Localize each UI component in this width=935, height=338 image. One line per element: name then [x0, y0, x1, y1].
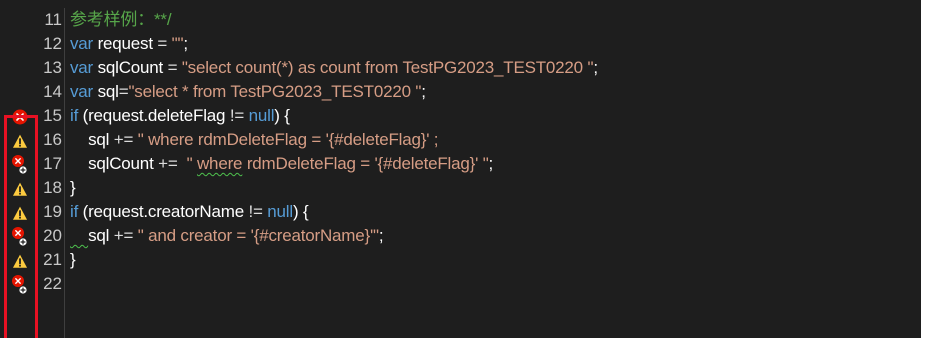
code-text[interactable]: 参考样例：**/: [70, 8, 172, 32]
string-literal: "": [171, 34, 184, 53]
identifier: sql: [88, 130, 110, 149]
string-literal: rdmDeleteFlag = '{#deleteFlag}' ": [242, 154, 489, 173]
code-text[interactable]: if (request.creatorName != null) {: [70, 200, 309, 224]
identifier: request: [97, 34, 154, 53]
line-number: 17: [43, 154, 62, 173]
punctuation: (: [78, 202, 89, 221]
line-number: 14: [43, 82, 62, 101]
code-text[interactable]: var sqlCount = "select count(*) as count…: [70, 56, 598, 80]
keyword: var: [70, 34, 94, 53]
punctuation: ;: [593, 58, 598, 77]
identifier: sql: [97, 82, 119, 101]
punctuation: (: [78, 106, 89, 125]
operator: !=: [243, 202, 268, 221]
line-number: 21: [43, 250, 62, 269]
line-number: 20: [43, 226, 62, 245]
keyword: var: [70, 58, 94, 77]
line-number: 12: [43, 34, 62, 53]
code-text[interactable]: }: [70, 248, 76, 272]
line-number: 13: [43, 58, 62, 77]
string-literal: "select * from TestPG2023_TEST0220 ": [128, 82, 422, 101]
code-line-14[interactable]: 14 var sql="select * from TestPG2023_TES…: [0, 80, 921, 104]
code-text[interactable]: }: [70, 176, 76, 200]
code-line-16[interactable]: 16 sql += " where rdmDeleteFlag = '{#del…: [0, 128, 921, 152]
string-literal: " where rdmDeleteFlag = '{#deleteFlag}' …: [137, 130, 439, 149]
code-line-17[interactable]: 17 sqlCount += " where rdmDeleteFlag = '…: [0, 152, 921, 176]
code-line-11[interactable]: 11 参考样例：**/: [0, 8, 921, 32]
punctuation: ) {: [274, 106, 290, 125]
line-number: 15: [43, 106, 62, 125]
identifier: sqlCount: [88, 154, 154, 173]
identifier: sqlCount: [97, 58, 164, 77]
operator: +=: [109, 130, 138, 149]
squiggle-word[interactable]: where: [197, 154, 243, 173]
operator: =: [118, 82, 129, 101]
indent-squiggle[interactable]: [70, 226, 88, 245]
code-line-21[interactable]: 21 }: [0, 248, 921, 272]
line-number: 19: [43, 202, 62, 221]
brace: }: [70, 178, 76, 197]
keyword: var: [70, 82, 94, 101]
code-line-15[interactable]: 15 if (request.deleteFlag != null) {: [0, 104, 921, 128]
code-line-18[interactable]: 18 }: [0, 176, 921, 200]
operator: =: [163, 58, 182, 77]
line-number: 22: [43, 274, 62, 293]
code-line-13[interactable]: 13 var sqlCount = "select count(*) as co…: [0, 56, 921, 80]
gutter-highlight-box: [4, 115, 38, 338]
code-line-20[interactable]: 20 sql += " and creator = '{#creatorName…: [0, 224, 921, 248]
code-editor[interactable]: 11 参考样例：**/ 12 var request = ""; 13 var …: [0, 0, 921, 338]
operator: =: [152, 34, 172, 53]
code-text[interactable]: var sql="select * from TestPG2023_TEST02…: [70, 80, 426, 104]
brace: }: [70, 250, 76, 269]
punctuation: ;: [421, 82, 426, 101]
punctuation: ;: [183, 34, 188, 53]
comment: 参考样例：**/: [70, 10, 172, 29]
operator: !=: [225, 106, 249, 125]
keyword: if: [70, 106, 79, 125]
code-line-19[interactable]: 19 if (request.creatorName != null) {: [0, 200, 921, 224]
identifier: sql: [88, 226, 110, 245]
keyword: null: [248, 106, 275, 125]
code-text[interactable]: sqlCount += " where rdmDeleteFlag = '{#d…: [70, 152, 493, 176]
string-literal: "select count(*) as count from TestPG202…: [181, 58, 594, 77]
punctuation: ) {: [292, 202, 309, 221]
operator: +=: [153, 154, 187, 173]
code-text[interactable]: var request = "";: [70, 32, 188, 56]
code-text[interactable]: sql += " where rdmDeleteFlag = '{#delete…: [70, 128, 438, 152]
line-number: 18: [43, 178, 62, 197]
line-number: 11: [44, 10, 62, 29]
code-text[interactable]: sql += " and creator = '{#creatorName}'"…: [70, 224, 383, 248]
code-line-12[interactable]: 12 var request = "";: [0, 32, 921, 56]
identifier: request.deleteFlag: [88, 106, 226, 125]
punctuation: ;: [378, 226, 384, 245]
identifier: request.creatorName: [88, 202, 244, 221]
punctuation: ;: [488, 154, 494, 173]
string-literal: " and creator = '{#creatorName}'": [137, 226, 379, 245]
line-number: 16: [43, 130, 62, 149]
keyword: if: [70, 202, 79, 221]
string-literal: ": [186, 154, 197, 173]
code-line-22[interactable]: 22: [0, 272, 921, 296]
operator: +=: [109, 226, 138, 245]
code-text[interactable]: if (request.deleteFlag != null) {: [70, 104, 290, 128]
keyword: null: [267, 202, 293, 221]
